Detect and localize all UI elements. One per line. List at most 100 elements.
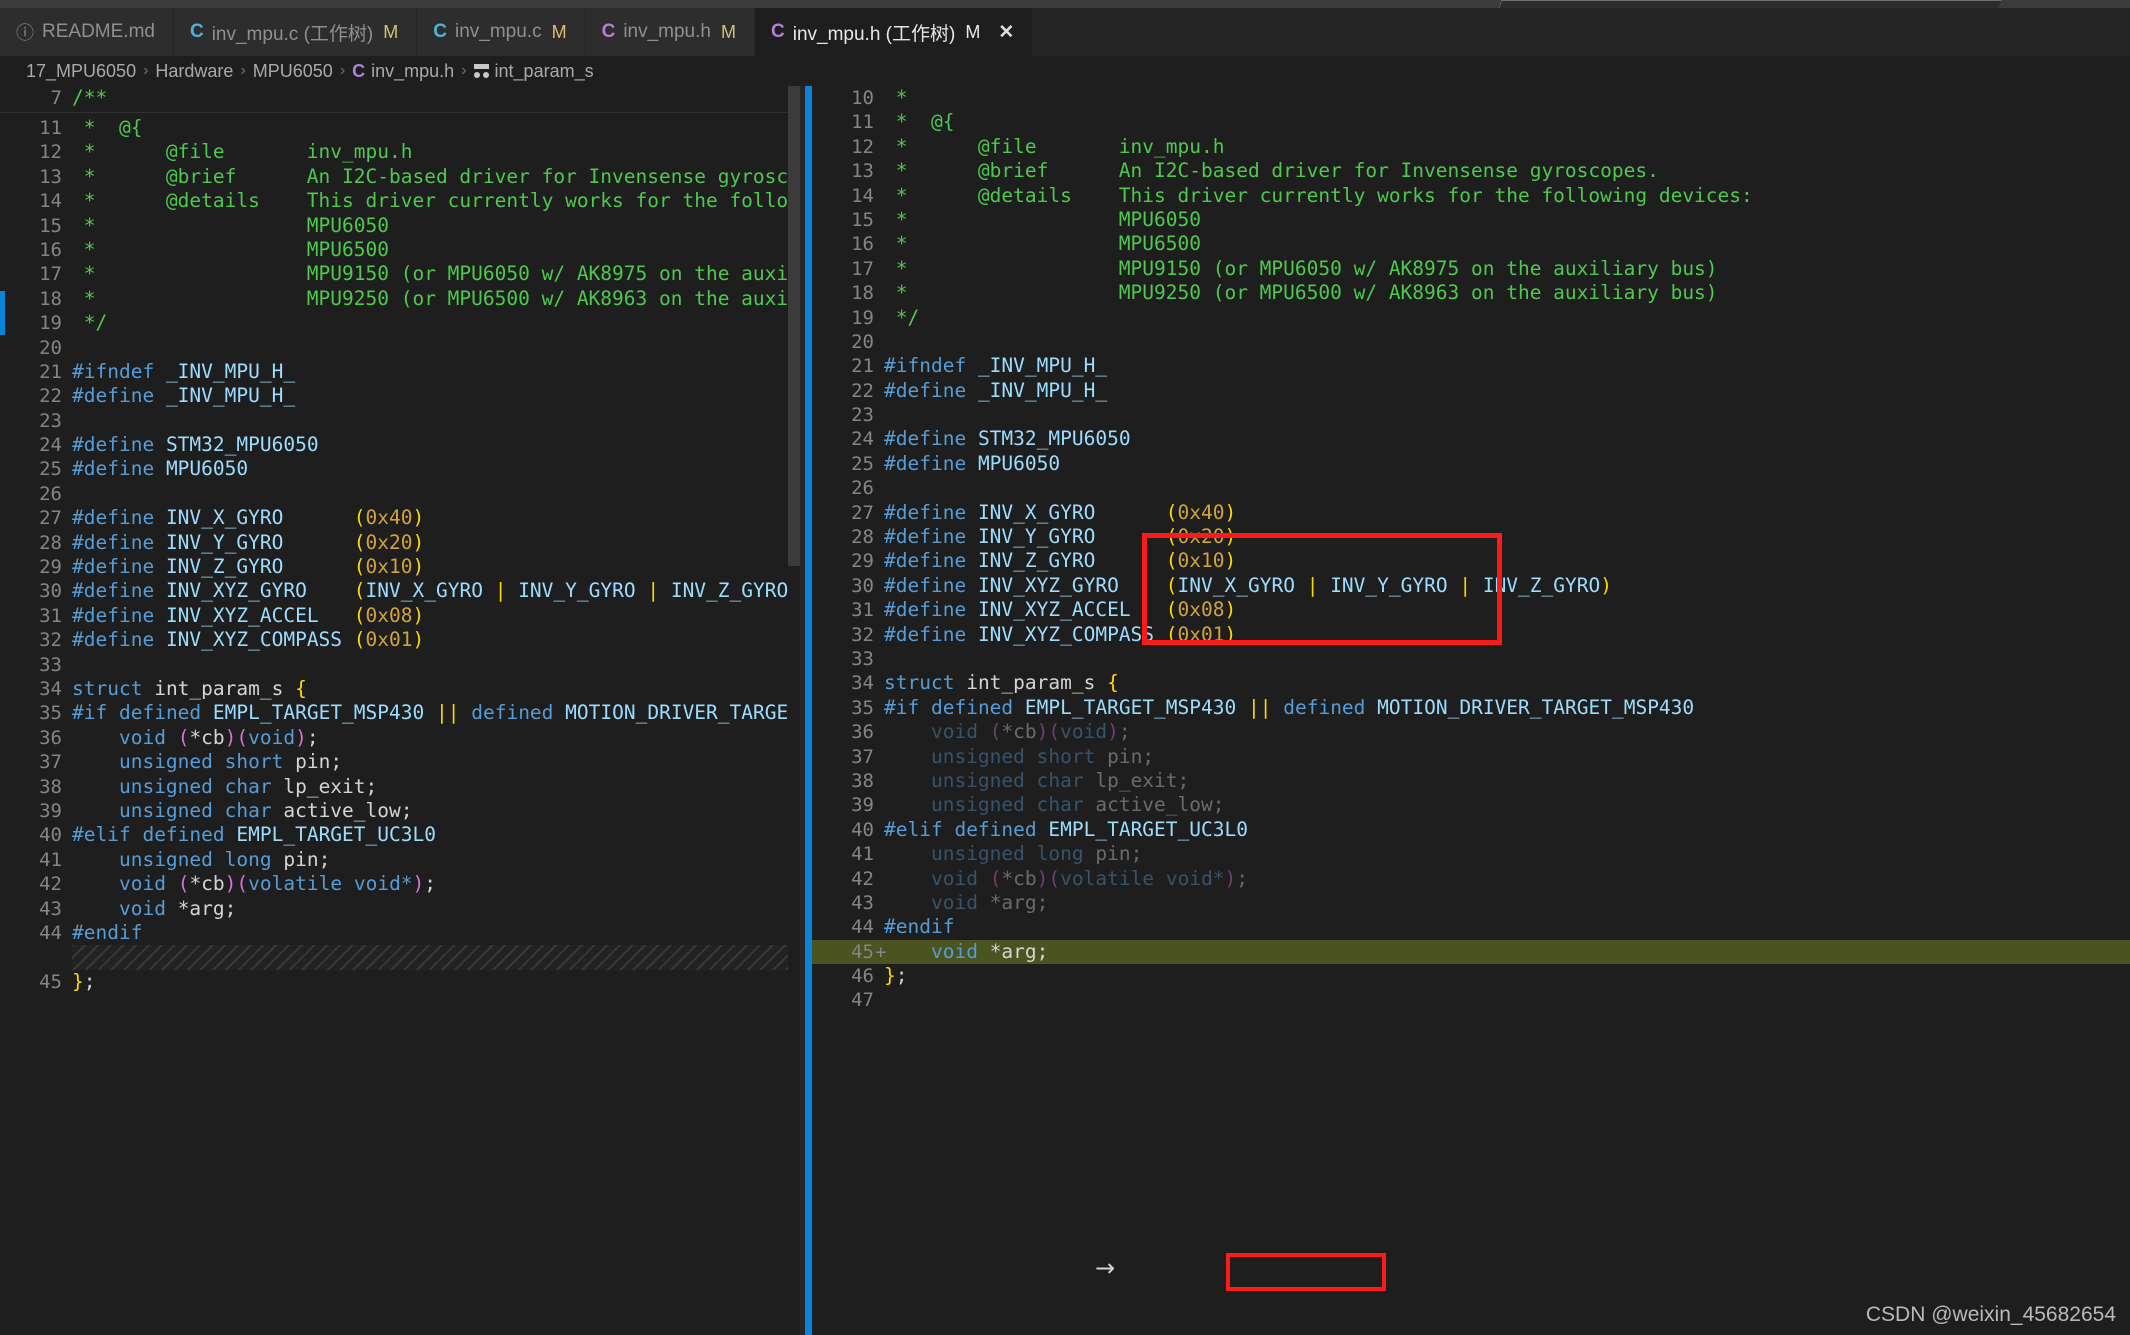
code-line[interactable]: 19 */	[0, 311, 800, 335]
code-line[interactable]: 24 #define STM32_MPU6050	[812, 427, 2130, 451]
code-text: #define INV_XYZ_GYRO (INV_X_GYRO | INV_Y…	[884, 573, 1612, 597]
code-line[interactable]: 36 void (*cb)(void);	[0, 726, 800, 750]
code-line[interactable]: 43 void *arg;	[0, 897, 800, 921]
left-scrollbar[interactable]	[788, 86, 800, 1335]
code-line[interactable]: 21 #ifndef _INV_MPU_H_	[812, 354, 2130, 378]
code-line[interactable]: 13 * @brief An I2C-based driver for Inve…	[812, 159, 2130, 183]
code-line[interactable]: 12 * @file inv_mpu.h	[0, 140, 800, 164]
code-line[interactable]: 19 */	[812, 306, 2130, 330]
code-line[interactable]: 15 * MPU6050	[812, 208, 2130, 232]
code-line[interactable]: 11 * @{	[812, 110, 2130, 134]
code-line[interactable]: 41 unsigned long pin;	[0, 848, 800, 872]
code-line[interactable]: 33	[0, 653, 800, 677]
code-line[interactable]: 39 unsigned char active_low;	[812, 793, 2130, 817]
code-line[interactable]: 20	[812, 330, 2130, 354]
code-line[interactable]: 12 * @file inv_mpu.h	[812, 135, 2130, 159]
diff-split-divider[interactable]	[800, 86, 812, 1335]
breadcrumb-item-17-mpu6050[interactable]: 17_MPU6050	[26, 61, 136, 82]
code-line[interactable]: 45 + void *arg;	[812, 939, 2130, 965]
code-line[interactable]: 31 #define INV_XYZ_ACCEL (0x08)	[0, 604, 800, 628]
code-line[interactable]: 18 * MPU9250 (or MPU6500 w/ AK8963 on th…	[812, 281, 2130, 305]
code-line[interactable]: 28 #define INV_Y_GYRO (0x20)	[0, 531, 800, 555]
diff-pane-original[interactable]: 7 /** 11 * @{12 * @file inv_mpu.h 13 * @b…	[0, 86, 800, 1335]
code-line[interactable]: 27 #define INV_X_GYRO (0x40)	[0, 506, 800, 530]
code-line[interactable]: 37 unsigned short pin;	[0, 750, 800, 774]
code-line[interactable]: 35 #if defined EMPL_TARGET_MSP430 || defi…	[812, 696, 2130, 720]
code-line[interactable]: 18 * MPU9250 (or MPU6500 w/ AK8963 on th…	[0, 287, 800, 311]
code-line[interactable]: 14 * @details This driver currently work…	[0, 189, 800, 213]
code-text: #if defined EMPL_TARGET_MSP430 || define…	[72, 701, 800, 725]
code-line[interactable]: 37 unsigned short pin;	[812, 745, 2130, 769]
code-line[interactable]: 34 struct int_param_s {	[0, 677, 800, 701]
editor-tab-readme-md[interactable]: ⓘ README.md	[0, 8, 174, 56]
code-line[interactable]: 40 #elif defined EMPL_TARGET_UC3L0	[812, 818, 2130, 842]
code-line[interactable]: 26	[0, 482, 800, 506]
code-line[interactable]: 31 #define INV_XYZ_ACCEL (0x08)	[812, 598, 2130, 622]
code-line[interactable]: 38 unsigned char lp_exit;	[812, 769, 2130, 793]
code-line[interactable]: 39 unsigned char active_low;	[0, 799, 800, 823]
scrollbar-thumb[interactable]	[788, 86, 800, 566]
code-line[interactable]: 29 #define INV_Z_GYRO (0x10)	[812, 549, 2130, 573]
code-line[interactable]: 23	[812, 403, 2130, 427]
breadcrumb-item-hardware[interactable]: Hardware	[155, 61, 233, 82]
line-number: 32	[39, 629, 62, 652]
code-line[interactable]: 42 void (*cb)(volatile void*);	[812, 867, 2130, 891]
code-line[interactable]: 25 #define MPU6050	[0, 457, 800, 481]
code-line[interactable]: 22 #define _INV_MPU_H_	[812, 379, 2130, 403]
diff-pane-modified[interactable]: 10 * 11 * @{12 * @file inv_mpu.h 13 * @bri…	[812, 86, 2130, 1335]
code-line[interactable]: 43 void *arg;	[812, 891, 2130, 915]
code-line[interactable]: 16 * MPU6500	[0, 238, 800, 262]
code-text: #define INV_X_GYRO (0x40)	[72, 506, 425, 530]
line-number: 25	[851, 452, 874, 475]
code-line[interactable]: 26	[812, 476, 2130, 500]
code-line[interactable]: 42 void (*cb)(volatile void*);	[0, 872, 800, 896]
code-line[interactable]	[0, 945, 800, 970]
code-line[interactable]: 47	[812, 988, 2130, 1012]
code-line[interactable]: 14 * @details This driver currently work…	[812, 184, 2130, 208]
c-file-icon: C	[433, 21, 447, 42]
line-number: 12	[851, 135, 874, 158]
code-text: * @{	[884, 110, 955, 134]
code-line[interactable]: 44 #endif	[812, 915, 2130, 939]
code-line[interactable]: 17 * MPU9150 (or MPU6050 w/ AK8975 on th…	[0, 262, 800, 286]
code-line[interactable]: 15 * MPU6050	[0, 214, 800, 238]
code-line[interactable]: 23	[0, 409, 800, 433]
close-icon[interactable]: ✕	[998, 21, 1014, 44]
breadcrumb-item-inv-mpu-h[interactable]: Cinv_mpu.h	[352, 61, 454, 82]
editor-tab-inv-mpu-c-[interactable]: Cinv_mpu.c (工作树) M	[173, 8, 418, 56]
code-line[interactable]: 22 #define _INV_MPU_H_	[0, 384, 800, 408]
editor-tab-inv-mpu-c[interactable]: Cinv_mpu.c M	[417, 8, 586, 56]
code-line[interactable]: 17 * MPU9150 (or MPU6050 w/ AK8975 on th…	[812, 257, 2130, 281]
breadcrumb-item-mpu6050[interactable]: MPU6050	[253, 61, 333, 82]
code-line[interactable]: 46};	[812, 964, 2130, 988]
line-number: 44	[851, 916, 874, 939]
code-line[interactable]: 44 #endif	[0, 921, 800, 945]
code-line[interactable]: 25 #define MPU6050	[812, 452, 2130, 476]
code-line[interactable]: 38 unsigned char lp_exit;	[0, 775, 800, 799]
breadcrumb-item-int-param-s[interactable]: int_param_s	[473, 61, 594, 82]
editor-tab-inv-mpu-h-[interactable]: Cinv_mpu.h (工作树) M ✕	[754, 8, 1034, 56]
editor-tab-inv-mpu-h[interactable]: Cinv_mpu.h M	[585, 8, 755, 56]
code-line[interactable]: 27 #define INV_X_GYRO (0x40)	[812, 501, 2130, 525]
code-line[interactable]: 30 #define INV_XYZ_GYRO (INV_X_GYRO | INV…	[812, 574, 2130, 598]
code-line[interactable]: 40 #elif defined EMPL_TARGET_UC3L0	[0, 823, 800, 847]
code-line[interactable]: 21 #ifndef _INV_MPU_H_	[0, 360, 800, 384]
code-line[interactable]: 24 #define STM32_MPU6050	[0, 433, 800, 457]
code-line[interactable]: 13 * @brief An I2C-based driver for Inve…	[0, 165, 800, 189]
code-line[interactable]: 16 * MPU6500	[812, 232, 2130, 256]
code-line[interactable]: 20	[0, 336, 800, 360]
code-line[interactable]: 11 * @{	[0, 116, 800, 140]
code-line[interactable]: 41 unsigned long pin;	[812, 842, 2130, 866]
code-line[interactable]: 28 #define INV_Y_GYRO (0x20)	[812, 525, 2130, 549]
line-number: 37	[851, 745, 874, 768]
code-line[interactable]: 32 #define INV_XYZ_COMPASS (0x01)	[0, 628, 800, 652]
code-line[interactable]: 10 *	[812, 86, 2130, 110]
code-line[interactable]: 45};	[0, 970, 800, 994]
code-line[interactable]: 29 #define INV_Z_GYRO (0x10)	[0, 555, 800, 579]
code-line[interactable]: 35 #if defined EMPL_TARGET_MSP430 || defi…	[0, 701, 800, 725]
code-line[interactable]: 30 #define INV_XYZ_GYRO (INV_X_GYRO | INV…	[0, 579, 800, 603]
code-line[interactable]: 32 #define INV_XYZ_COMPASS (0x01)	[812, 623, 2130, 647]
code-line[interactable]: 36 void (*cb)(void);	[812, 720, 2130, 744]
code-line[interactable]: 34 struct int_param_s {	[812, 671, 2130, 695]
code-line[interactable]: 33	[812, 647, 2130, 671]
